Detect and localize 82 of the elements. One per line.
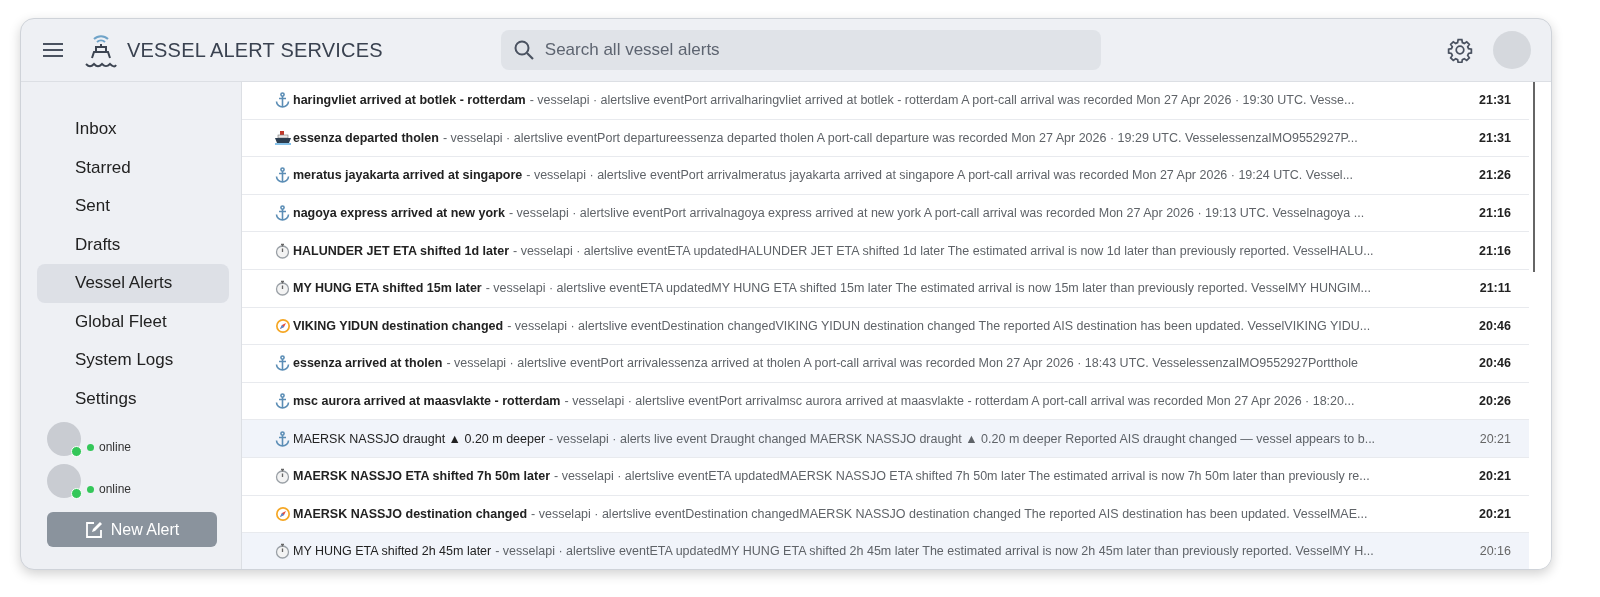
alert-subject: MAERSK NASSJO destination changed [293, 506, 528, 521]
alert-row[interactable]: essenza arrived at tholen - vesselapi · alertslive eventPort arrivalessenza arrived at tholen A port-call arrival was recorded Mon 27 Apr 2026 · 18:43 UTC. VesselessenzaIMO9552927Portthole 20:46 [242, 345, 1529, 383]
sidebar-item[interactable]: Global Fleet [37, 302, 229, 341]
alert-time: 20:21 [1479, 506, 1511, 521]
anchor-icon [275, 167, 290, 184]
alert-time: 21:11 [1479, 281, 1511, 296]
alert-subject: MY HUNG ETA shifted 15m later [293, 281, 482, 296]
alert-subject: essenza departed tholen [293, 130, 439, 145]
stopwatch-icon [275, 468, 290, 485]
alert-snippet: - vesselapi · alertslive eventPort arrivalharingvliet arrived at botlek - rotterdam A port-call arrival was recorded Mon 27 Apr 2026 · 19:30 UTC. Vesse... [529, 93, 1356, 108]
alert-row[interactable]: essenza departed tholen - vesselapi · alertslive eventPort departureessenza departed tholen A port-call departure was recorded Mon 27 Apr 2026 · 19:29 UTC. VesselessenzaIMO9552927P... 21:31 [242, 119, 1529, 158]
alert-snippet: - vesselapi · alertslive eventETA updatedHALUNDER JET ETA shifted 1d later The estimated arrival is now 1d later than previously reported. VesselHALU... [513, 243, 1375, 258]
compass-icon [275, 505, 291, 522]
sidebar-item[interactable]: Settings [37, 379, 229, 418]
alert-snippet: - vesselapi · alertslive eventDestination changedMAERSK NASSJO destination changed The reported AIS destination has been updated. VesselMAE... [531, 506, 1369, 521]
alert-snippet: - vesselapi · alertslive eventPort arrivalessenza arrived at tholen A port-call arrival was recorded Mon 27 Apr 2026 · 18:43 UTC. VesselessenzaIMO9552927Portthole [446, 356, 1359, 371]
stopwatch-icon [275, 242, 290, 259]
alert-subject: MY HUNG ETA shifted 2h 45m later [293, 544, 492, 559]
search-icon [512, 39, 535, 61]
alert-subject: essenza arrived at tholen [293, 356, 443, 371]
alert-time: 20:16 [1479, 544, 1511, 559]
sidebar-item[interactable]: System Logs [37, 341, 229, 380]
alert-subject: meratus jayakarta arrived at singapore [293, 168, 523, 183]
sidebar-item[interactable]: Drafts [37, 225, 229, 264]
user-status: online [99, 482, 132, 496]
status-dot [87, 443, 94, 451]
alert-time: 20:46 [1479, 356, 1511, 371]
alert-row[interactable]: nagoya express arrived at new york - vesselapi · alertslive eventPort arrivalnagoya express arrived at new york A port-call arrival was recorded Mon 27 Apr 2026 · 19:13 UTC. Vesselnagoya ... 21:16 [242, 194, 1529, 233]
alert-time: 21:26 [1479, 168, 1511, 183]
sidebar-item[interactable]: Inbox [37, 110, 229, 149]
anchor-icon [275, 430, 290, 447]
alert-subject: msc aurora arrived at maasvlakte - rotterdam [293, 394, 561, 409]
status-dot [87, 485, 94, 493]
alert-time: 20:21 [1479, 469, 1511, 484]
compass-icon [275, 317, 291, 334]
alert-subject: nagoya express arrived at new york [293, 206, 505, 221]
user-status: online [99, 440, 132, 454]
alert-snippet: - vesselapi · alertslive eventPort arrivalnagoya express arrived at new york A port-call arrival was recorded Mon 27 Apr 2026 · 19:13 UTC. Vesselnagoya ... [508, 206, 1366, 221]
alert-time: 21:31 [1479, 93, 1511, 108]
alert-snippet: - vesselapi · alertslive eventPort arrivalmsc aurora arrived at maasvlakte - rotterdam A port-call arrival was recorded Mon 27 Apr 2026 · 18:20... [564, 394, 1356, 409]
alert-row[interactable]: HALUNDER JET ETA shifted 1d later - vesselapi · alertslive eventETA updatedHALUNDER JET ETA shifted 1d later The estimated arrival is now 1d later than previously reported. VesselHALU... 21:16 [242, 232, 1529, 270]
alert-subject: haringvliet arrived at botlek - rotterdam [293, 93, 526, 108]
settings-icon[interactable] [1447, 37, 1473, 63]
alert-time: 21:31 [1479, 130, 1511, 145]
alert-time: 20:21 [1479, 431, 1511, 446]
user-avatar [47, 464, 81, 498]
alert-row[interactable]: MAERSK NASSJO draught ▲ 0.20 m deeper - vesselapi · alerts live event Draught changed MAERSK NASSJO draught ▲ 0.20 m deeper Reported AIS draught changed — vessel appears to b... 20:21 [242, 420, 1529, 458]
alert-row[interactable]: MAERSK NASSJO ETA shifted 7h 50m later - vesselapi · alertslive eventETA updatedMAERSK NASSJO ETA shifted 7h 50m later The estimated arrival is now 7h 50m later than previously re... 20:21 [242, 457, 1529, 496]
alert-time: 21:16 [1479, 206, 1511, 221]
anchor-icon [275, 205, 290, 222]
ship-icon [275, 130, 291, 146]
sidebar-item[interactable]: Starred [37, 148, 229, 187]
alert-snippet: - vesselapi · alertslive eventPort departureessenza departed tholen A port-call departure was recorded Mon 27 Apr 2026 · 19:29 UTC. VesselessenzaIMO9552927P... [442, 130, 1359, 145]
anchor-icon [275, 92, 290, 109]
alert-time: 20:46 [1479, 318, 1511, 333]
user-avatar [47, 422, 81, 456]
alert-time: 20:26 [1479, 394, 1511, 409]
alert-subject: HALUNDER JET ETA shifted 1d later [293, 243, 509, 258]
alert-snippet: - vesselapi · alertslive eventETA updatedMAERSK NASSJO ETA shifted 7h 50m later The estimated arrival is now 7h 50m later than previously re... [554, 469, 1371, 484]
alert-snippet: - vesselapi · alertslive eventPort arrivalmeratus jayakarta arrived at singapore A port-call arrival was recorded Mon 27 Apr 2026 · 19:24 UTC. Vessel... [526, 168, 1355, 183]
stopwatch-icon [275, 280, 290, 297]
alert-snippet: - vesselapi · alertslive eventETA updatedMY HUNG ETA shifted 2h 45m later The estimated arrival is now 2h 45m later than previously reported. VesselMY H... [495, 544, 1375, 559]
menu-icon[interactable] [42, 42, 64, 58]
anchor-icon [275, 355, 290, 372]
sidebar-item[interactable]: Vessel Alerts [37, 264, 229, 303]
alert-time: 21:16 [1479, 243, 1511, 258]
anchor-icon [275, 393, 290, 410]
alert-row[interactable]: MY HUNG ETA shifted 15m later - vesselapi · alertslive eventETA updatedMY HUNG ETA shifted 15m later The estimated arrival is now 15m later than previously reported. VesselMY HUNGIM... 21:11 [242, 269, 1529, 308]
stopwatch-icon [275, 543, 290, 560]
alert-subject: MAERSK NASSJO draught ▲ 0.20 m deeper [293, 431, 546, 446]
alert-row[interactable]: meratus jayakarta arrived at singapore - vesselapi · alertslive eventPort arrivalmeratus jayakarta arrived at singapore A port-call arrival was recorded Mon 27 Apr 2026 · 19:24 UTC. Vessel... 21:26 [242, 157, 1529, 195]
alert-subject: VIKING YIDUN destination changed [293, 318, 504, 333]
alert-snippet: - vesselapi · alerts live event Draught changed MAERSK NASSJO draught ▲ 0.20 m deeper Reported AIS draught changed — vessel appears to b... [549, 431, 1377, 446]
compose-icon [84, 520, 103, 539]
alert-row[interactable]: VIKING YIDUN destination changed - vesselapi · alertslive eventDestination changedVIKING YIDUN destination changed The reported AIS destination has been updated. VesselVIKING YIDU... 20:46 [242, 307, 1529, 346]
alert-snippet: - vesselapi · alertslive eventDestination changedVIKING YIDUN destination changed The reported AIS destination has been updated. VesselVIKING YIDU... [507, 318, 1372, 333]
app-title: VESSEL ALERT SERVICES [127, 38, 383, 62]
alert-snippet: - vesselapi · alertslive eventETA updatedMY HUNG ETA shifted 15m later The estimated arrival is now 15m later than previously reported. VesselMY HUNGIM... [485, 281, 1373, 296]
alert-row[interactable]: MY HUNG ETA shifted 2h 45m later - vesselapi · alertslive eventETA updatedMY HUNG ETA shifted 2h 45m later The estimated arrival is now 2h 45m later than previously reported. VesselMY H... 20:16 [242, 533, 1529, 569]
alert-subject: MAERSK NASSJO ETA shifted 7h 50m later [293, 469, 550, 484]
sidebar-item[interactable]: Sent [37, 187, 229, 226]
search-field[interactable]: Search all vessel alerts [500, 30, 1101, 70]
